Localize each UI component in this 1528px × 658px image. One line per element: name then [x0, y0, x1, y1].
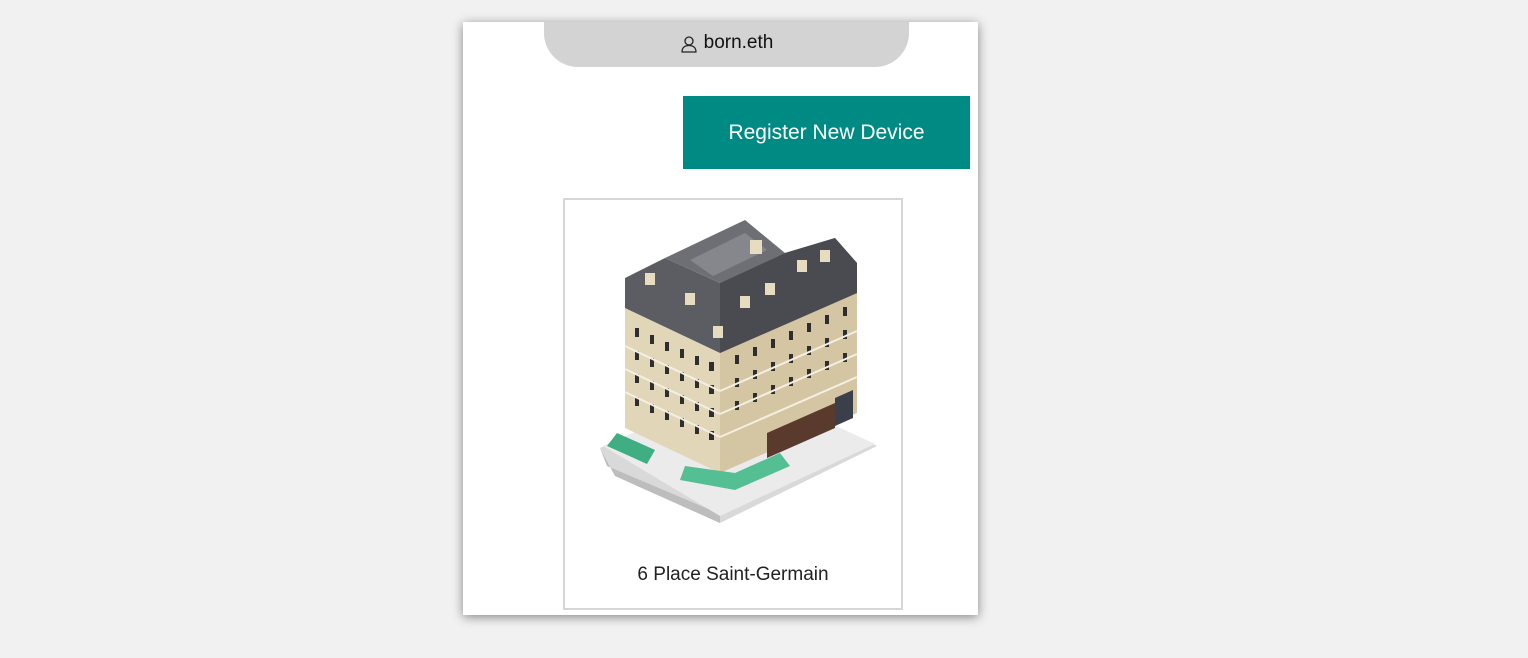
- building-image: [600, 220, 877, 523]
- property-card[interactable]: 6 Place Saint-Germain: [563, 198, 903, 610]
- app-window: born.eth Register New Device 6 Place Sai…: [463, 22, 978, 615]
- register-new-device-button[interactable]: Register New Device: [683, 96, 970, 169]
- account-name: born.eth: [703, 32, 774, 53]
- account-badge[interactable]: born.eth: [544, 22, 909, 67]
- property-title: 6 Place Saint-Germain: [637, 564, 829, 585]
- user-icon: [680, 35, 698, 53]
